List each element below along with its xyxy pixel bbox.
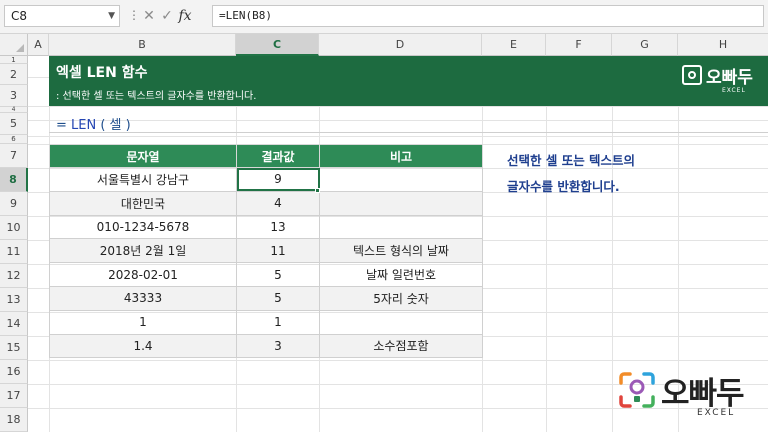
spreadsheet-window: C8 ▼ ⋮ ✕ ✓ fx =LEN(B8) A B C D E F G H 1… — [0, 0, 768, 432]
row-header-14[interactable]: 14 — [0, 312, 28, 336]
cell-text[interactable]: 1.4 — [49, 333, 237, 359]
table-row: 010-1234-5678 13 — [49, 214, 483, 240]
cell-text[interactable]: 2028-02-01 — [49, 262, 237, 287]
row-header-16[interactable]: 16 — [0, 360, 28, 384]
table-row: 1.4 3 소수점포함 — [49, 333, 483, 359]
cell-text[interactable]: 서울특별시 강남구 — [49, 167, 237, 192]
example-table: 문자열 결과값 비고 서울특별시 강남구 9 대한민국 4 010-1234-5… — [49, 144, 483, 359]
enter-icon[interactable]: ✓ — [158, 6, 176, 26]
column-header-e[interactable]: E — [482, 34, 546, 56]
description-note: 선택한 셀 또는 텍스트의 글자수를 반환합니다. — [507, 148, 635, 200]
logo-icon — [682, 65, 702, 85]
row-header-5[interactable]: 5 — [0, 113, 28, 135]
row-header-10[interactable]: 10 — [0, 216, 28, 240]
page-title: 엑셀 LEN 함수 — [56, 65, 148, 81]
chevron-down-icon[interactable]: ▼ — [108, 6, 115, 26]
syntax-prefix: = — [56, 118, 72, 133]
drag-handle-icon[interactable]: ⋮ — [128, 8, 140, 22]
table-row: 대한민국 4 — [49, 190, 483, 216]
cell-result[interactable]: 5 — [236, 285, 320, 311]
row-header-9[interactable]: 9 — [0, 192, 28, 216]
header-note[interactable]: 비고 — [319, 144, 483, 168]
column-header-b[interactable]: B — [49, 34, 236, 56]
cell-result[interactable]: 3 — [236, 333, 320, 359]
cell-note[interactable]: 텍스트 형식의 날짜 — [319, 238, 483, 264]
table-row: 43333 5 5자리 숫자 — [49, 285, 483, 311]
cell-text[interactable]: 대한민국 — [49, 190, 237, 216]
column-header-d[interactable]: D — [319, 34, 482, 56]
formula-bar: C8 ▼ ⋮ ✕ ✓ fx =LEN(B8) — [0, 0, 768, 34]
row-header-7[interactable]: 7 — [0, 144, 28, 168]
row-header-12[interactable]: 12 — [0, 264, 28, 288]
cell-text[interactable]: 2018년 2월 1일 — [49, 238, 237, 264]
row-header-18[interactable]: 18 — [0, 408, 28, 432]
cell-result[interactable]: 13 — [236, 214, 320, 240]
cell-note[interactable]: 5자리 숫자 — [319, 285, 483, 311]
function-syntax: = LEN ( 셀 ) — [56, 114, 131, 133]
cell-note[interactable] — [319, 214, 483, 240]
header-result[interactable]: 결과값 — [236, 144, 320, 168]
row-header-17[interactable]: 17 — [0, 384, 28, 408]
divider — [49, 132, 768, 133]
logo-frame-icon — [619, 372, 655, 408]
table-row: 서울특별시 강남구 9 — [49, 167, 483, 192]
cell-result[interactable]: 5 — [236, 262, 320, 287]
brand-logo: 오빠두 EXCEL — [682, 63, 754, 97]
column-header-a[interactable]: A — [28, 34, 49, 56]
header-text[interactable]: 문자열 — [49, 144, 237, 168]
formula-input[interactable]: =LEN(B8) — [212, 5, 764, 27]
row-header-8[interactable]: 8 — [0, 168, 28, 192]
cell-result-active[interactable]: 9 — [236, 167, 320, 192]
watermark-name: 오빠두 — [661, 376, 745, 412]
table-row: 1 1 — [49, 309, 483, 335]
cell-note[interactable]: 소수점포함 — [319, 333, 483, 359]
cell-result[interactable]: 1 — [236, 309, 320, 335]
formula-actions: ✕ ✓ fx — [140, 6, 206, 26]
cancel-icon[interactable]: ✕ — [140, 6, 158, 26]
row-header-6[interactable]: 6 — [0, 135, 28, 144]
table-row: 2018년 2월 1일 11 텍스트 형식의 날짜 — [49, 238, 483, 264]
cell-text[interactable]: 43333 — [49, 285, 237, 311]
cell-note[interactable] — [319, 309, 483, 335]
logo-subtitle: EXCEL — [722, 87, 746, 94]
row-header-2[interactable]: 2 — [0, 64, 28, 85]
syntax-args: ( 셀 ) — [96, 118, 131, 133]
row-header-13[interactable]: 13 — [0, 288, 28, 312]
column-header-f[interactable]: F — [546, 34, 612, 56]
name-box-value: C8 — [11, 9, 28, 23]
insert-function-icon[interactable]: fx — [176, 6, 194, 26]
watermark-subtitle: EXCEL — [697, 408, 736, 418]
cell-text[interactable]: 1 — [49, 309, 237, 335]
row-header-15[interactable]: 15 — [0, 336, 28, 360]
watermark-logo: 오빠두 EXCEL — [619, 368, 759, 420]
name-box[interactable]: C8 ▼ — [4, 5, 120, 27]
note-line-1: 선택한 셀 또는 텍스트의 — [507, 153, 636, 168]
cell-result[interactable]: 11 — [236, 238, 320, 264]
row-header-11[interactable]: 11 — [0, 240, 28, 264]
select-all-button[interactable] — [0, 34, 28, 56]
column-header-c[interactable]: C — [236, 34, 319, 56]
column-header-g[interactable]: G — [612, 34, 678, 56]
column-header-h[interactable]: H — [678, 34, 768, 56]
fill-handle[interactable] — [315, 188, 320, 193]
cell-note[interactable] — [319, 190, 483, 216]
syntax-function: LEN — [71, 118, 97, 133]
table-row: 2028-02-01 5 날짜 일련번호 — [49, 262, 483, 287]
logo-name: 오빠두 — [706, 68, 753, 88]
note-line-2: 글자수를 반환합니다. — [507, 179, 620, 194]
page-subtitle: : 선택한 셀 또는 텍스트의 글자수를 반환합니다. — [56, 91, 257, 102]
row-header-3[interactable]: 3 — [0, 85, 28, 107]
cell-text[interactable]: 010-1234-5678 — [49, 214, 237, 240]
cell-note[interactable] — [319, 167, 483, 192]
cell-note[interactable]: 날짜 일련번호 — [319, 262, 483, 287]
row-header-1[interactable]: 1 — [0, 56, 28, 64]
cell-result[interactable]: 4 — [236, 190, 320, 216]
